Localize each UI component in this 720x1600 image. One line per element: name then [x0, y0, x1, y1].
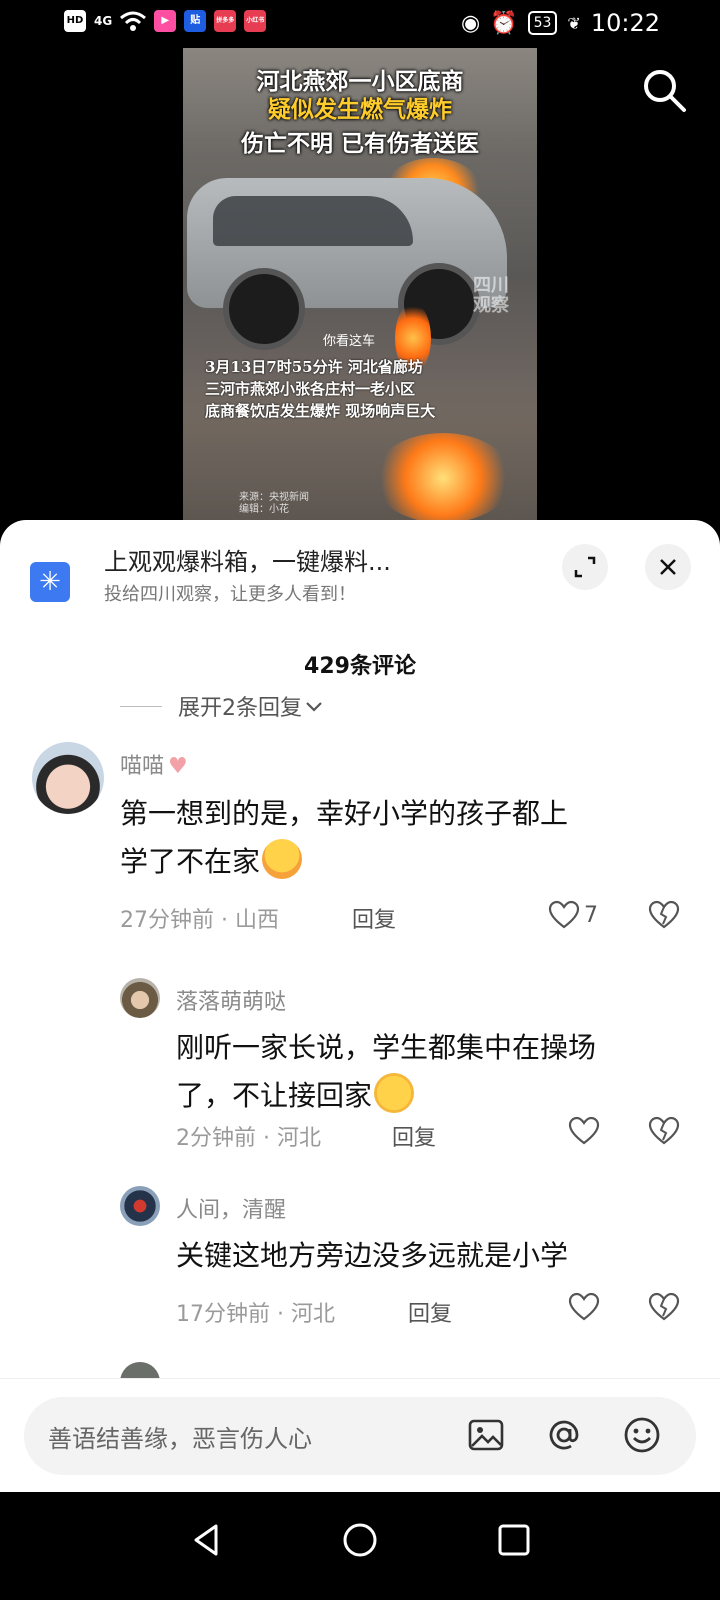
clock: 10:22: [590, 9, 660, 37]
comment-text: 了，不让接回家: [176, 1072, 415, 1120]
comment-meta: 2分钟前 · 河北: [176, 1126, 321, 1151]
dislike-icon[interactable]: [648, 900, 680, 930]
heart-icon[interactable]: [568, 1292, 600, 1322]
system-nav-bar: [0, 1492, 720, 1600]
emoji-icon[interactable]: [622, 1415, 662, 1455]
video-caption-line2: 三河市燕郊小张各庄村一老小区: [205, 380, 416, 398]
video-caption-line3: 底商餐饮店发生爆炸 现场响声巨大: [205, 402, 436, 420]
signal-label: 4G: [94, 14, 113, 28]
heart-icon[interactable]: [568, 1116, 600, 1146]
avatar[interactable]: [120, 1186, 160, 1226]
battery-indicator: 53: [527, 11, 558, 35]
home-icon[interactable]: [340, 1520, 380, 1560]
image-icon[interactable]: [466, 1415, 506, 1455]
reply-button[interactable]: 回复: [392, 1120, 436, 1152]
comment-username[interactable]: 人间，清醒: [176, 1192, 286, 1224]
video-editor: 编辑：小花: [239, 504, 289, 515]
ad-logo-icon[interactable]: ✳: [30, 562, 70, 602]
divider: [120, 705, 162, 707]
expand-icon: [574, 556, 596, 578]
comment-username[interactable]: 喵喵 ♥: [120, 748, 188, 780]
comment-meta: 27分钟前 · 山西: [120, 908, 279, 933]
comments-count: 429条评论: [304, 654, 416, 679]
hug-emoji-icon: [262, 839, 303, 879]
video-title-line2: 疑似发生燃气爆炸: [268, 96, 452, 123]
recents-icon[interactable]: [494, 1520, 534, 1560]
comment-input-bar: 善语结善缘，恶言伤人心: [0, 1378, 720, 1493]
search-icon[interactable]: [640, 66, 688, 114]
hd-icon: HD: [64, 10, 86, 32]
eye-icon: ◉: [460, 10, 481, 36]
close-button[interactable]: [645, 544, 691, 590]
ad-title[interactable]: 上观观爆料箱，一键爆料...: [104, 542, 391, 577]
comment-text: 关键这地方旁边没多远就是小学: [176, 1239, 569, 1272]
heart-icon: [548, 900, 580, 929]
wheel-graphic: [223, 268, 305, 350]
expand-button[interactable]: [562, 544, 608, 590]
xhs-app-icon: 小红书: [244, 10, 267, 32]
chevron-down-icon: [306, 702, 322, 712]
reply-button[interactable]: 回复: [408, 1296, 452, 1328]
comments-sheet: ✳ 上观观爆料箱，一键爆料... 投给四川观察，让更多人看到！ 429条评论 展…: [0, 520, 720, 1520]
wifi-icon: [120, 11, 147, 31]
comment-meta: 17分钟前 · 河北: [176, 1302, 335, 1327]
ad-subtitle: 投给四川观察，让更多人看到！: [104, 584, 356, 605]
status-bar: HD 4G ▶ 贴 拼多多 小红书 ◉ ⏰ 53 ❦ 10:22: [0, 0, 720, 48]
close-icon: [660, 559, 676, 575]
avatar[interactable]: [120, 978, 160, 1018]
fire-graphic: [373, 433, 513, 523]
comment-input[interactable]: 善语结善缘，恶言伤人心: [24, 1397, 696, 1475]
comment-text: 第一想到的是，幸好小学的孩子都上: [120, 797, 569, 830]
video-app-icon: ▶: [154, 10, 177, 32]
pdd-app-icon: 拼多多: [214, 10, 237, 32]
dislike-icon[interactable]: [648, 1292, 680, 1322]
back-icon[interactable]: [186, 1520, 226, 1560]
mention-icon[interactable]: [544, 1415, 584, 1455]
heart-badge-icon: ♥: [168, 754, 188, 779]
avatar[interactable]: [32, 742, 104, 814]
tieba-app-icon: 贴: [184, 10, 207, 32]
alarm-icon: ⏰: [490, 10, 518, 36]
video-overlay-text: 你看这车: [323, 334, 376, 349]
video-frame[interactable]: 河北燕郊一小区底商 疑似发生燃气爆炸 伤亡不明 已有伤者送医 四川观察 你看这车…: [183, 48, 537, 523]
comment-text: 刚听一家长说，学生都集中在操场: [176, 1031, 597, 1064]
reply-button[interactable]: 回复: [352, 902, 396, 934]
comment-input-placeholder: 善语结善缘，恶言伤人心: [48, 1425, 312, 1453]
leaf-icon: ❦: [567, 13, 581, 33]
comment-username[interactable]: 落落萌萌哒: [176, 984, 286, 1016]
like-button[interactable]: 7: [548, 900, 598, 930]
video-player[interactable]: 河北燕郊一小区底商 疑似发生燃气爆炸 伤亡不明 已有伤者送医 四川观察 你看这车…: [0, 48, 720, 528]
pleading-emoji-icon: [374, 1073, 415, 1113]
video-watermark: 四川观察: [473, 275, 509, 316]
like-count: 7: [584, 902, 598, 928]
comment-text: 学了不在家: [120, 838, 303, 886]
car-window-graphic: [213, 196, 413, 246]
video-caption-line1: 3月13日7时55分许 河北省廊坊: [205, 358, 423, 376]
expand-replies-label: 展开2条回复: [178, 696, 302, 721]
video-title-line3: 伤亡不明 已有伤者送医: [240, 130, 479, 157]
dislike-icon[interactable]: [648, 1116, 680, 1146]
expand-replies-link[interactable]: 展开2条回复: [120, 690, 326, 722]
